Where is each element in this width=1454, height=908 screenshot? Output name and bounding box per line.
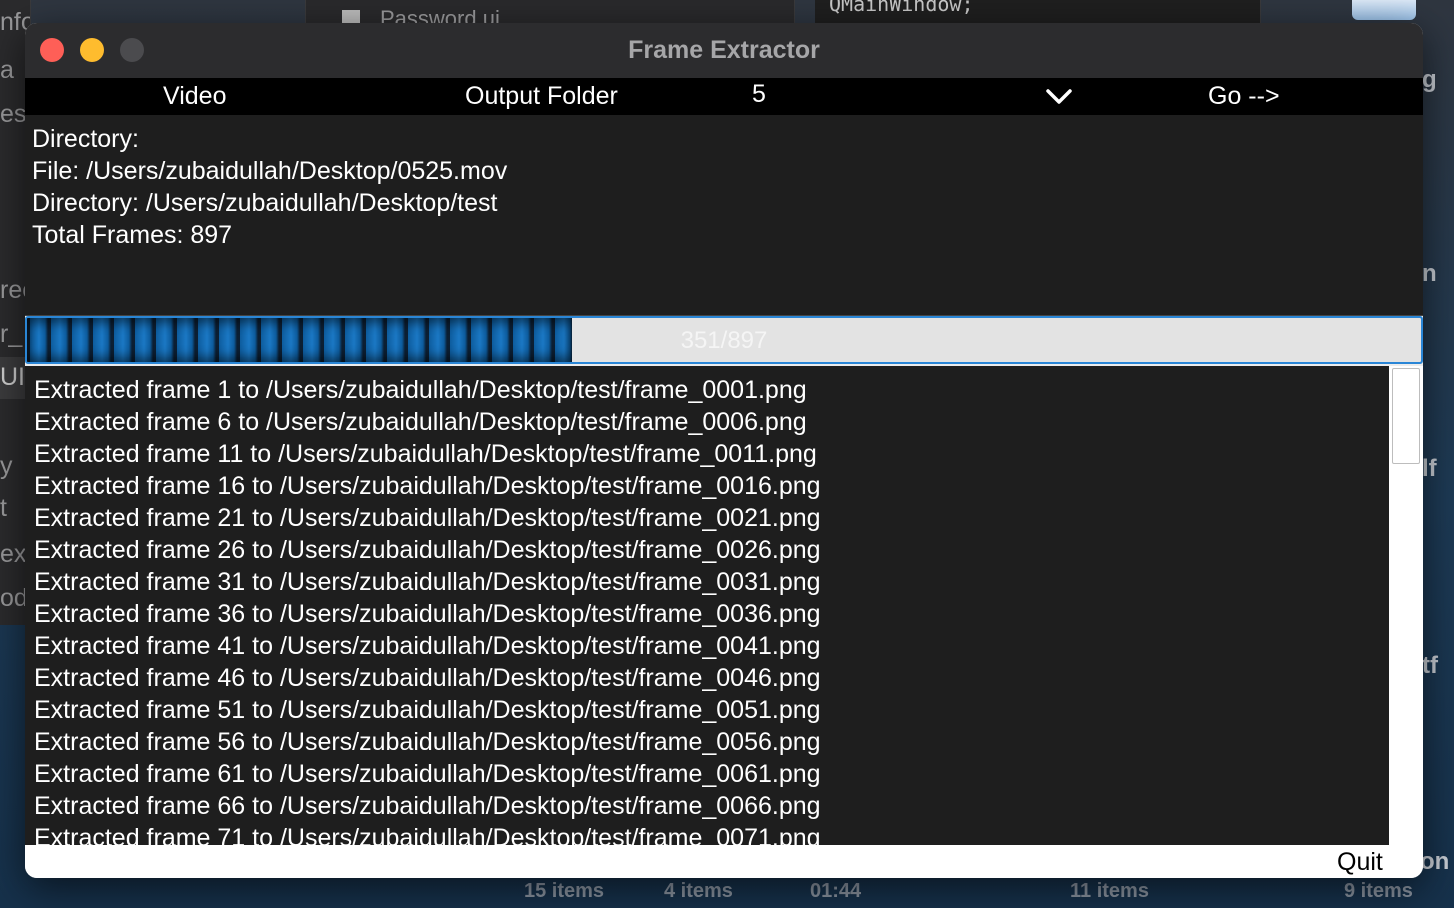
info-total-frames-line: Total Frames: 897	[32, 221, 233, 249]
background-status: 4 items	[664, 880, 733, 902]
background-status: 15 items	[524, 880, 605, 902]
background-text: y	[0, 452, 13, 480]
log-entry: Extracted frame 36 to /Users/zubaidullah…	[34, 600, 821, 628]
scrollbar-thumb[interactable]	[1392, 368, 1420, 464]
background-status: 11 items	[1070, 880, 1149, 902]
background-text: r_	[0, 320, 23, 348]
background-status: 01:44	[810, 880, 862, 902]
background-editor-tab: Password.ui	[305, 0, 795, 31]
toolbar: Video Output Folder 5 Go -->	[25, 78, 1423, 115]
background-code-editor: QMainWindow;	[815, 0, 1261, 24]
background-text: a	[0, 56, 14, 84]
chevron-down-icon[interactable]	[1044, 83, 1074, 109]
quit-button[interactable]: Quit	[1337, 848, 1383, 877]
background-text: od	[0, 584, 28, 612]
background-text: tf	[1422, 652, 1438, 679]
log-entry: Extracted frame 71 to /Users/zubaidullah…	[34, 824, 821, 845]
background-text: UI	[0, 363, 25, 391]
info-directory-path-line: Directory: /Users/zubaidullah/Desktop/te…	[32, 189, 498, 217]
background-text: n	[1422, 260, 1437, 287]
log-entry: Extracted frame 41 to /Users/zubaidullah…	[34, 632, 821, 660]
background-code-text: QMainWindow;	[829, 0, 974, 16]
bottom-bar: Quit	[25, 845, 1423, 878]
log-entry: Extracted frame 6 to /Users/zubaidullah/…	[34, 408, 807, 436]
log-entry: Extracted frame 11 to /Users/zubaidullah…	[34, 440, 817, 468]
log-entry: Extracted frame 56 to /Users/zubaidullah…	[34, 728, 821, 756]
log-entry: Extracted frame 26 to /Users/zubaidullah…	[34, 536, 821, 564]
background-text: on	[1420, 848, 1450, 875]
frame-step-combo[interactable]: 5	[752, 80, 766, 109]
log-entry: Extracted frame 46 to /Users/zubaidullah…	[34, 664, 821, 692]
log-entry: Extracted frame 66 to /Users/zubaidullah…	[34, 792, 821, 820]
background-text: es	[0, 100, 27, 128]
info-panel: Directory: File: /Users/zubaidullah/Desk…	[25, 115, 1423, 316]
progress-text: 351/897	[680, 327, 768, 354]
output-folder-button[interactable]: Output Folder	[465, 82, 618, 111]
log-entry: Extracted frame 51 to /Users/zubaidullah…	[34, 696, 821, 724]
background-text: g	[1422, 66, 1437, 93]
info-file-line: File: /Users/zubaidullah/Desktop/0525.mo…	[32, 157, 508, 185]
log-entry: Extracted frame 31 to /Users/zubaidullah…	[34, 568, 821, 596]
go-button[interactable]: Go -->	[1208, 82, 1280, 111]
info-directory-line: Directory:	[32, 125, 139, 153]
log-entry: Extracted frame 21 to /Users/zubaidullah…	[34, 504, 821, 532]
background-status: 9 items	[1344, 880, 1413, 902]
log-scrollbar[interactable]	[1389, 366, 1423, 845]
log-entry: Extracted frame 16 to /Users/zubaidullah…	[34, 472, 821, 500]
folder-icon	[1352, 0, 1416, 20]
background-text: t	[0, 494, 7, 522]
window-title: Frame Extractor	[628, 36, 820, 64]
background-text: lf	[1422, 455, 1437, 482]
extraction-log[interactable]: Extracted frame 1 to /Users/zubaidullah/…	[25, 366, 1423, 845]
frame-extractor-window: Frame Extractor Video Output Folder 5 Go…	[25, 23, 1423, 878]
progress-bar: 351/897	[25, 316, 1423, 364]
log-entry: Extracted frame 61 to /Users/zubaidullah…	[34, 760, 821, 788]
log-entry: Extracted frame 1 to /Users/zubaidullah/…	[34, 376, 807, 404]
title-bar[interactable]: Frame Extractor	[25, 23, 1423, 79]
video-button[interactable]: Video	[163, 82, 227, 111]
background-text: ex	[0, 540, 27, 568]
